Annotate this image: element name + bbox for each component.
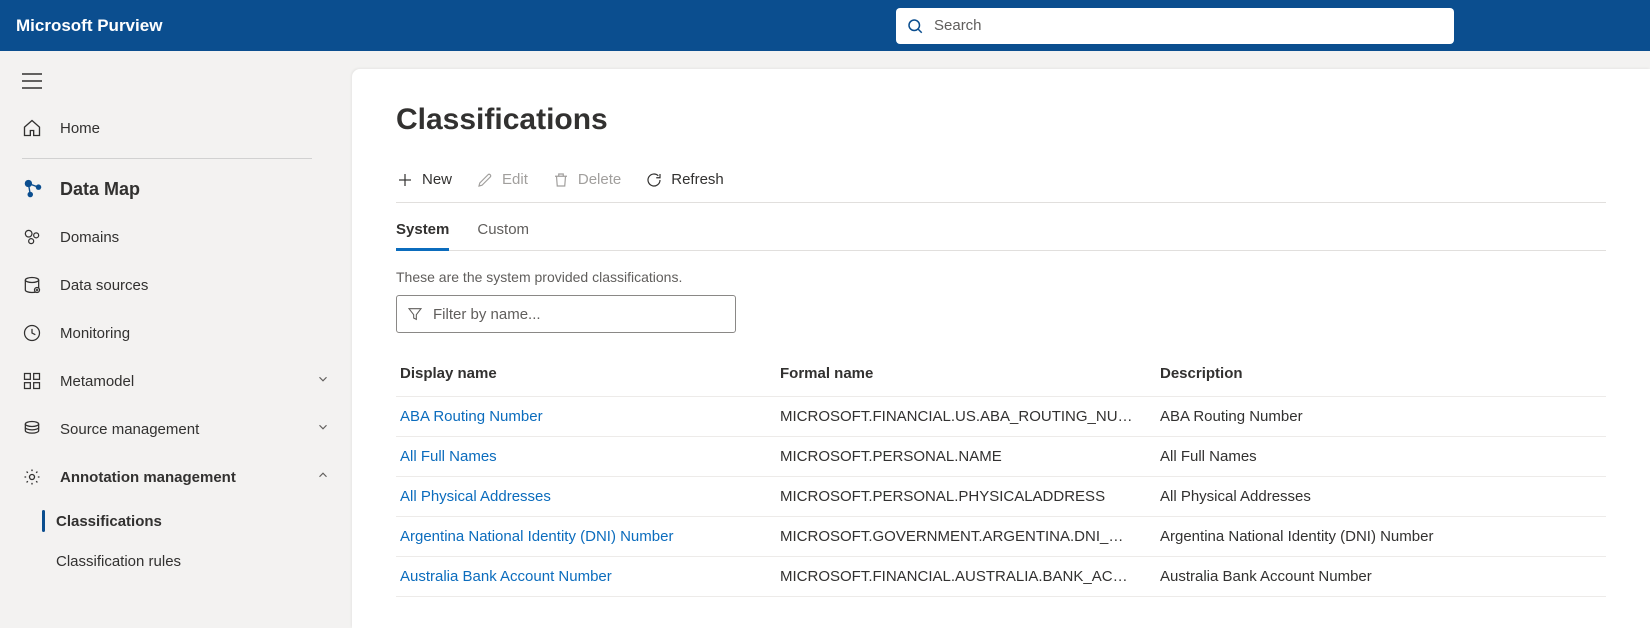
cell-display-name[interactable]: Argentina National Identity (DNI) Number — [396, 528, 776, 545]
cell-formal-name: MICROSOFT.FINANCIAL.AUSTRALIA.BANK_AC… — [776, 568, 1156, 585]
cell-formal-name: MICROSOFT.GOVERNMENT.ARGENTINA.DNI_… — [776, 528, 1156, 545]
header: Microsoft Purview — [0, 0, 1650, 51]
search-box[interactable] — [896, 8, 1454, 44]
sidebar-item-label: Metamodel — [60, 373, 134, 390]
cell-formal-name: MICROSOFT.PERSONAL.NAME — [776, 448, 1156, 465]
toolbar-label: Refresh — [671, 171, 724, 188]
cell-display-name[interactable]: All Full Names — [396, 448, 776, 465]
sidebar-subitem-classification-rules[interactable]: Classification rules — [0, 541, 352, 581]
refresh-button[interactable]: Refresh — [645, 171, 724, 189]
toolbar-label: New — [422, 171, 452, 188]
cell-description: ABA Routing Number — [1156, 408, 1606, 425]
chevron-down-icon — [316, 420, 330, 438]
classifications-table: Display name Formal name Description ABA… — [396, 351, 1606, 597]
main-content: Classifications New Edit Delete Refresh … — [352, 69, 1650, 628]
table-row[interactable]: All Physical Addresses MICROSOFT.PERSONA… — [396, 477, 1606, 517]
table-row[interactable]: ABA Routing Number MICROSOFT.FINANCIAL.U… — [396, 397, 1606, 437]
tabs: System Custom — [396, 207, 1606, 251]
cell-description: All Full Names — [1156, 448, 1606, 465]
cell-description: Argentina National Identity (DNI) Number — [1156, 528, 1606, 545]
search-input[interactable] — [934, 17, 1444, 34]
sidebar-item-label: Home — [60, 120, 100, 137]
hint-text: These are the system provided classifica… — [396, 269, 1606, 285]
sidebar-subitem-classifications[interactable]: Classifications — [0, 501, 352, 541]
sidebar-item-annotation-management[interactable]: Annotation management — [0, 453, 352, 501]
new-button[interactable]: New — [396, 171, 452, 189]
sidebar-item-label: Data sources — [60, 277, 148, 294]
monitoring-icon — [22, 323, 48, 343]
sidebar-item-label: Source management — [60, 421, 199, 438]
source-management-icon — [22, 419, 48, 439]
sidebar-item-label: Domains — [60, 229, 119, 246]
edit-button: Edit — [476, 171, 528, 189]
col-description[interactable]: Description — [1156, 365, 1606, 382]
tab-system[interactable]: System — [396, 207, 449, 250]
table-row[interactable]: Argentina National Identity (DNI) Number… — [396, 517, 1606, 557]
cell-display-name[interactable]: All Physical Addresses — [396, 488, 776, 505]
domains-icon — [22, 227, 48, 247]
filter-box[interactable] — [396, 295, 736, 333]
sidebar: Home Data Map Domains Data sources — [0, 51, 352, 628]
table-row[interactable]: All Full Names MICROSOFT.PERSONAL.NAME A… — [396, 437, 1606, 477]
plus-icon — [396, 171, 414, 189]
refresh-icon — [645, 171, 663, 189]
data-map-icon — [22, 178, 48, 200]
cell-description: Australia Bank Account Number — [1156, 568, 1606, 585]
sidebar-section-label: Data Map — [60, 179, 140, 200]
cell-formal-name: MICROSOFT.PERSONAL.PHYSICALADDRESS — [776, 488, 1156, 505]
cell-description: All Physical Addresses — [1156, 488, 1606, 505]
filter-icon — [407, 306, 423, 322]
hamburger-icon — [22, 73, 42, 89]
tab-custom[interactable]: Custom — [477, 207, 529, 250]
chevron-down-icon — [316, 372, 330, 390]
cell-display-name[interactable]: ABA Routing Number — [396, 408, 776, 425]
sidebar-item-data-sources[interactable]: Data sources — [0, 261, 352, 309]
toolbar: New Edit Delete Refresh — [396, 163, 1606, 203]
sidebar-item-monitoring[interactable]: Monitoring — [0, 309, 352, 357]
col-formal-name[interactable]: Formal name — [776, 365, 1156, 382]
delete-button: Delete — [552, 171, 621, 189]
sidebar-item-source-management[interactable]: Source management — [0, 405, 352, 453]
sidebar-item-label: Monitoring — [60, 325, 130, 342]
chevron-up-icon — [316, 468, 330, 486]
delete-icon — [552, 171, 570, 189]
filter-input[interactable] — [433, 306, 725, 323]
data-sources-icon — [22, 275, 48, 295]
sidebar-item-metamodel[interactable]: Metamodel — [0, 357, 352, 405]
sidebar-subitem-label: Classification rules — [56, 553, 181, 570]
edit-icon — [476, 171, 494, 189]
nav-divider — [22, 158, 312, 159]
sidebar-section-data-map[interactable]: Data Map — [0, 165, 352, 213]
page-title: Classifications — [396, 103, 1606, 137]
home-icon — [22, 118, 48, 138]
table-row[interactable]: Australia Bank Account Number MICROSOFT.… — [396, 557, 1606, 597]
toolbar-label: Edit — [502, 171, 528, 188]
sidebar-item-label: Annotation management — [60, 469, 236, 486]
annotation-icon — [22, 467, 48, 487]
cell-formal-name: MICROSOFT.FINANCIAL.US.ABA_ROUTING_NU… — [776, 408, 1156, 425]
toolbar-label: Delete — [578, 171, 621, 188]
metamodel-icon — [22, 371, 48, 391]
search-icon — [906, 17, 924, 35]
sidebar-item-home[interactable]: Home — [0, 104, 352, 152]
cell-display-name[interactable]: Australia Bank Account Number — [396, 568, 776, 585]
sidebar-item-domains[interactable]: Domains — [0, 213, 352, 261]
table-header: Display name Formal name Description — [396, 351, 1606, 397]
hamburger-button[interactable] — [0, 63, 352, 104]
sidebar-subitem-label: Classifications — [56, 513, 162, 530]
col-display-name[interactable]: Display name — [396, 365, 776, 382]
app-title: Microsoft Purview — [16, 16, 162, 36]
